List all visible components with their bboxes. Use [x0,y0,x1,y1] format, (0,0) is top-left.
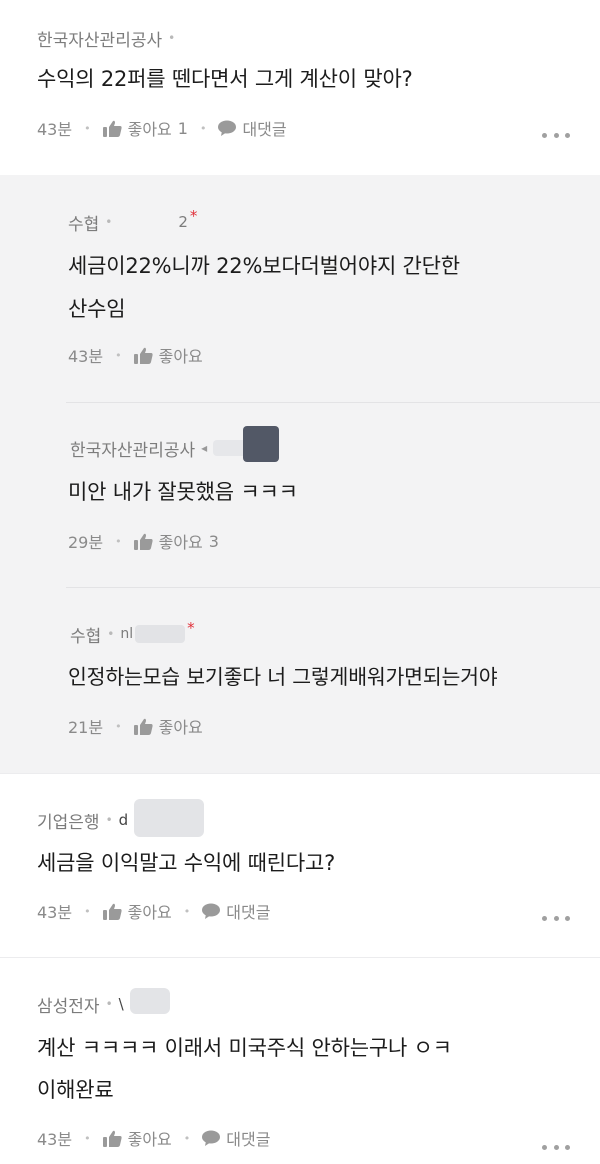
comment-text: 미안 내가 잘못했음 ㅋㅋㅋ [68,480,298,504]
thumbs-up-icon [102,903,122,920]
comment-meta: 43분 • 좋아요 [68,343,203,367]
comment-text: 수익의 22퍼를 뗀다면서 그게 계산이 맞아? [37,67,413,91]
comment-text-line1: 계산 ㅋㅋㅋㅋ 이래서 미국주식 안하는구나 ㅇㅋ [37,1036,452,1060]
like-label: 좋아요 [127,903,172,922]
separator-dot: • [115,534,122,548]
blurred-nickname [134,799,205,837]
comment-meta: 21분 • 좋아요 [68,714,203,738]
reply-button[interactable]: 대댓글 [218,116,287,140]
thumbs-up-icon [102,1130,122,1147]
comment-3: 삼성전자 • \ 계산 ㅋㅋㅋㅋ 이래서 미국주식 안하는구나 ㅇㅋ 이해완료 … [0,958,600,1164]
comment-author[interactable]: 한국자산관리공사 • [37,26,176,51]
comment-meta: 43분 • 좋아요 • 대댓글 [37,1126,270,1150]
author-name[interactable]: 수협 [68,210,99,235]
author-name[interactable]: 한국자산관리공사 [70,436,195,461]
like-button[interactable]: 좋아요 1 [102,116,188,140]
like-label: 좋아요 [158,533,203,552]
separator-dot: • [183,904,191,918]
like-count: 1 [177,118,188,138]
comment-meta: 43분 • 좋아요 • 대댓글 [37,899,270,923]
like-button[interactable]: 좋아요 [102,1126,172,1150]
comment-time: 43분 [37,120,73,139]
author-name[interactable]: 삼성전자 [37,992,100,1017]
separator-dot: • [105,813,113,827]
comment-author[interactable]: 한국자산관리공사 ◂ [70,426,280,462]
separator-dot: • [105,215,113,229]
comment-text-line2: 이해완료 [37,1078,114,1102]
author-nickname: nl [120,626,134,642]
comment-text-line2: 산수임 [68,297,126,321]
comment-author[interactable]: 수협 • nl * [70,619,195,647]
comment-meta: 43분 • 좋아요 1 • 대댓글 [37,116,287,140]
required-star: * [189,207,198,225]
like-label: 좋아요 [127,1130,172,1149]
reply-1: 수협 • 2 * 세금이22%니까 22%보다더벌어야지 간단한 산수임 43분… [0,175,600,403]
author-nickname: d [118,811,129,829]
blurred-nickname [118,213,186,231]
speech-bubble-icon [202,903,221,919]
blurred-avatar [243,426,280,462]
thumbs-up-icon [102,120,122,137]
comment-text-line1: 세금이22%니까 22%보다더벌어야지 간단한 [68,254,460,278]
blurred-nickname [129,988,170,1014]
more-dots-icon[interactable] [542,1144,570,1150]
separator-dot: • [84,1131,91,1145]
comment-text: 인정하는모습 보기좋다 너 그렇게배워가면되는거야 [68,665,498,689]
like-label: 좋아요 [158,718,203,737]
blurred-nickname [135,625,186,643]
separator-dot: • [115,719,122,733]
separator-dot: • [183,1131,191,1145]
like-button[interactable]: 좋아요 [133,343,203,367]
separator-dot: • [84,121,91,135]
thumbs-up-icon [133,718,153,735]
comment-time: 43분 [68,347,104,366]
reply-button[interactable]: 대댓글 [202,899,270,923]
separator-dot: • [105,997,113,1011]
comment-time: 43분 [37,1130,73,1149]
like-button[interactable]: 좋아요 3 [133,529,219,553]
like-label: 좋아요 [127,120,172,139]
separator-dot: • [115,348,122,362]
thumbs-up-icon [133,533,153,550]
comment-time: 43분 [37,903,73,922]
more-dots-icon[interactable] [542,915,570,921]
comment-author[interactable]: 기업은행 • d [37,799,205,837]
like-label: 좋아요 [158,347,203,366]
comment-2: 기업은행 • d 세금을 이익말고 수익에 때린다고? 43분 • 좋아요 • … [0,774,600,957]
comment-1: 한국자산관리공사 • 수익의 22퍼를 뗀다면서 그게 계산이 맞아? 43분 … [0,0,600,175]
author-nickname: \ [118,995,124,1013]
reply-label: 대댓글 [226,1130,271,1149]
reply-button[interactable]: 대댓글 [202,1126,270,1150]
like-button[interactable]: 좋아요 [102,899,172,923]
separator-dot: • [84,904,91,918]
comment-author[interactable]: 삼성전자 • \ [37,988,170,1017]
reply-label: 대댓글 [226,903,271,922]
separator-dot: • [107,627,115,641]
separator-dot: • [199,121,207,135]
like-count: 3 [208,531,219,551]
required-star: * [187,619,195,637]
reply-3: 수협 • nl * 인정하는모습 보기좋다 너 그렇게배워가면되는거야 21분 … [0,588,600,773]
separator-dot: • [168,31,176,45]
author-name[interactable]: 한국자산관리공사 [37,26,162,51]
comment-meta: 29분 • 좋아요 3 [68,529,219,553]
author-name[interactable]: 수협 [70,622,101,647]
comment-time: 21분 [68,718,104,737]
reply-label: 대댓글 [242,120,287,139]
comment-text: 세금을 이익말고 수익에 때린다고? [37,851,336,875]
comment-time: 29분 [68,533,104,552]
speech-bubble-icon [202,1130,221,1146]
thumbs-up-icon [133,347,153,364]
reply-2: 한국자산관리공사 ◂ 미안 내가 잘못했음 ㅋㅋㅋ 29분 • 좋아요 3 [0,403,600,587]
comment-author[interactable]: 수협 • 2 * [68,207,198,235]
speech-bubble-icon [218,120,237,136]
author-nickname: 2 [178,213,188,231]
like-button[interactable]: 좋아요 [133,714,203,738]
author-nickname: ◂ [201,441,208,455]
author-name[interactable]: 기업은행 [37,808,100,833]
more-dots-icon[interactable] [542,132,570,138]
